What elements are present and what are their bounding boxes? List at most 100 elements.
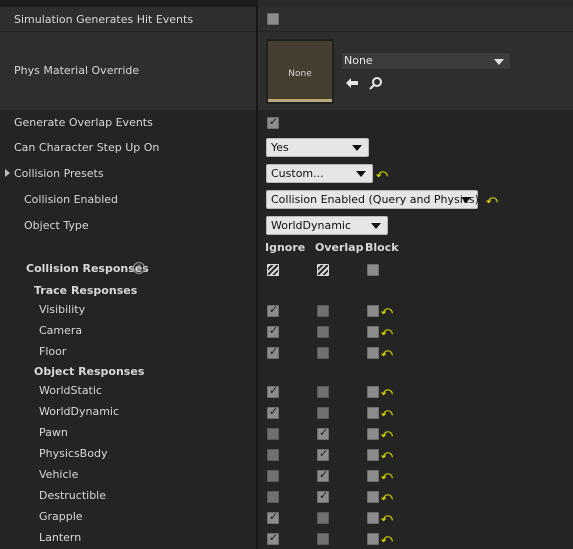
column-block-header: Block	[365, 241, 399, 254]
overlap-checkbox[interactable]: ✓	[317, 468, 329, 482]
trace-responses-label: Trace Responses	[34, 284, 138, 297]
phys-material-thumbnail[interactable]: None	[266, 39, 334, 104]
chevron-down-icon	[461, 197, 471, 203]
sim-hit-events-label: Simulation Generates Hit Events	[14, 13, 194, 26]
search-icon[interactable]	[369, 76, 383, 90]
step-up-label: Can Character Step Up On	[14, 141, 160, 154]
response-label-worlddynamic: WorldDynamic	[39, 405, 120, 418]
reset-icon[interactable]: ⤺	[381, 449, 393, 461]
object-type-label: Object Type	[24, 219, 89, 232]
column-overlap-header: Overlap	[315, 241, 364, 254]
overlap-checkbox[interactable]	[317, 326, 329, 338]
collision-enabled-value: Collision Enabled (Query and Physics)	[271, 193, 479, 206]
object-type-dropdown[interactable]: WorldDynamic	[266, 216, 388, 235]
collision-responses-label: Collision Responses	[26, 262, 149, 275]
ignore-checkbox[interactable]	[267, 428, 279, 440]
ignore-checkbox[interactable]: ✓	[267, 384, 279, 398]
overlap-checkbox[interactable]	[317, 512, 329, 524]
block-checkbox[interactable]	[367, 491, 379, 503]
block-checkbox[interactable]	[367, 347, 379, 359]
overlap-events-checkbox[interactable]: ✓	[267, 115, 279, 129]
help-icon[interactable]: ?	[133, 262, 145, 274]
object-responses-label: Object Responses	[34, 365, 145, 378]
overlap-checkbox[interactable]	[317, 305, 329, 317]
block-checkbox[interactable]	[367, 407, 379, 419]
phys-material-value: None	[344, 54, 373, 67]
block-checkbox[interactable]	[367, 386, 379, 398]
ignore-checkbox[interactable]: ✓	[267, 324, 279, 338]
step-up-dropdown[interactable]: Yes	[266, 138, 369, 157]
collision-enabled-label: Collision Enabled	[24, 193, 119, 206]
overlap-checkbox[interactable]	[317, 347, 329, 359]
phys-material-dropdown[interactable]: None	[341, 52, 511, 70]
reset-icon[interactable]: ⤺	[381, 407, 393, 419]
block-checkbox[interactable]	[367, 428, 379, 440]
reset-icon[interactable]: ⤺	[381, 305, 393, 317]
reset-icon[interactable]: ⤺	[381, 512, 393, 524]
overlap-checkbox[interactable]: ✓	[317, 426, 329, 440]
reset-icon[interactable]: ⤺	[381, 533, 393, 545]
sim-hit-events-checkbox[interactable]	[267, 13, 279, 25]
ignore-checkbox[interactable]: ✓	[267, 405, 279, 419]
response-label-vehicle: Vehicle	[39, 468, 79, 481]
response-label-camera: Camera	[39, 324, 83, 337]
chevron-down-icon	[494, 59, 504, 65]
reset-icon[interactable]: ⤺	[381, 491, 393, 503]
reset-icon[interactable]: ⤺	[381, 428, 393, 440]
overlap-checkbox[interactable]	[317, 407, 329, 419]
reset-icon[interactable]: ⤺	[381, 347, 393, 359]
object-type-value: WorldDynamic	[271, 219, 352, 232]
column-divider[interactable]	[256, 7, 258, 549]
ignore-checkbox[interactable]	[267, 449, 279, 461]
block-checkbox[interactable]	[367, 470, 379, 482]
arrow-left-icon[interactable]	[345, 77, 359, 89]
response-label-grapple: Grapple	[39, 510, 83, 523]
block-checkbox[interactable]	[367, 449, 379, 461]
ignore-checkbox[interactable]: ✓	[267, 531, 279, 545]
top-strip-right	[258, 0, 573, 7]
block-all-checkbox[interactable]	[367, 264, 379, 276]
overlap-checkbox[interactable]	[317, 386, 329, 398]
ignore-checkbox[interactable]: ✓	[267, 345, 279, 359]
collision-presets-expander[interactable]	[5, 169, 10, 177]
reset-icon[interactable]: ⤺	[381, 470, 393, 482]
response-label-worldstatic: WorldStatic	[39, 384, 102, 397]
collision-presets-label: Collision Presets	[14, 167, 104, 180]
chevron-down-icon	[352, 145, 362, 151]
thumbnail-label: None	[288, 69, 312, 79]
reset-icon[interactable]: ⤺	[381, 326, 393, 338]
block-checkbox[interactable]	[367, 305, 379, 317]
phys-material-label: Phys Material Override	[14, 64, 140, 77]
ignore-checkbox[interactable]: ✓	[267, 510, 279, 524]
response-label-visibility: Visibility	[39, 303, 86, 316]
reset-icon[interactable]: ⤺	[376, 168, 388, 180]
ignore-checkbox[interactable]	[267, 491, 279, 503]
response-label-lantern: Lantern	[39, 531, 82, 544]
collision-enabled-dropdown[interactable]: Collision Enabled (Query and Physics)	[266, 190, 479, 209]
ignore-checkbox[interactable]	[267, 470, 279, 482]
response-label-physicsbody: PhysicsBody	[39, 447, 108, 460]
overlap-events-label: Generate Overlap Events	[14, 116, 153, 129]
ignore-checkbox[interactable]: ✓	[267, 303, 279, 317]
block-checkbox[interactable]	[367, 326, 379, 338]
collision-presets-dropdown[interactable]: Custom...	[266, 164, 373, 183]
response-label-pawn: Pawn	[39, 426, 68, 439]
overlap-checkbox[interactable]: ✓	[317, 447, 329, 461]
step-up-value: Yes	[271, 141, 289, 154]
ignore-all-checkbox[interactable]	[267, 264, 279, 276]
block-checkbox[interactable]	[367, 533, 379, 545]
reset-icon[interactable]: ⤺	[486, 194, 498, 206]
collision-presets-value: Custom...	[271, 167, 324, 180]
response-label-floor: Floor	[39, 345, 67, 358]
response-label-destructible: Destructible	[39, 489, 106, 502]
overlap-checkbox[interactable]: ✓	[317, 489, 329, 503]
reset-icon[interactable]: ⤺	[381, 386, 393, 398]
block-checkbox[interactable]	[367, 512, 379, 524]
overlap-checkbox[interactable]	[317, 533, 329, 545]
chevron-down-icon	[356, 171, 366, 177]
thumbnail-bar	[268, 99, 332, 102]
chevron-down-icon	[371, 223, 381, 229]
overlap-all-checkbox[interactable]	[317, 264, 329, 276]
column-ignore-header: Ignore	[265, 241, 306, 254]
top-strip	[0, 0, 573, 7]
